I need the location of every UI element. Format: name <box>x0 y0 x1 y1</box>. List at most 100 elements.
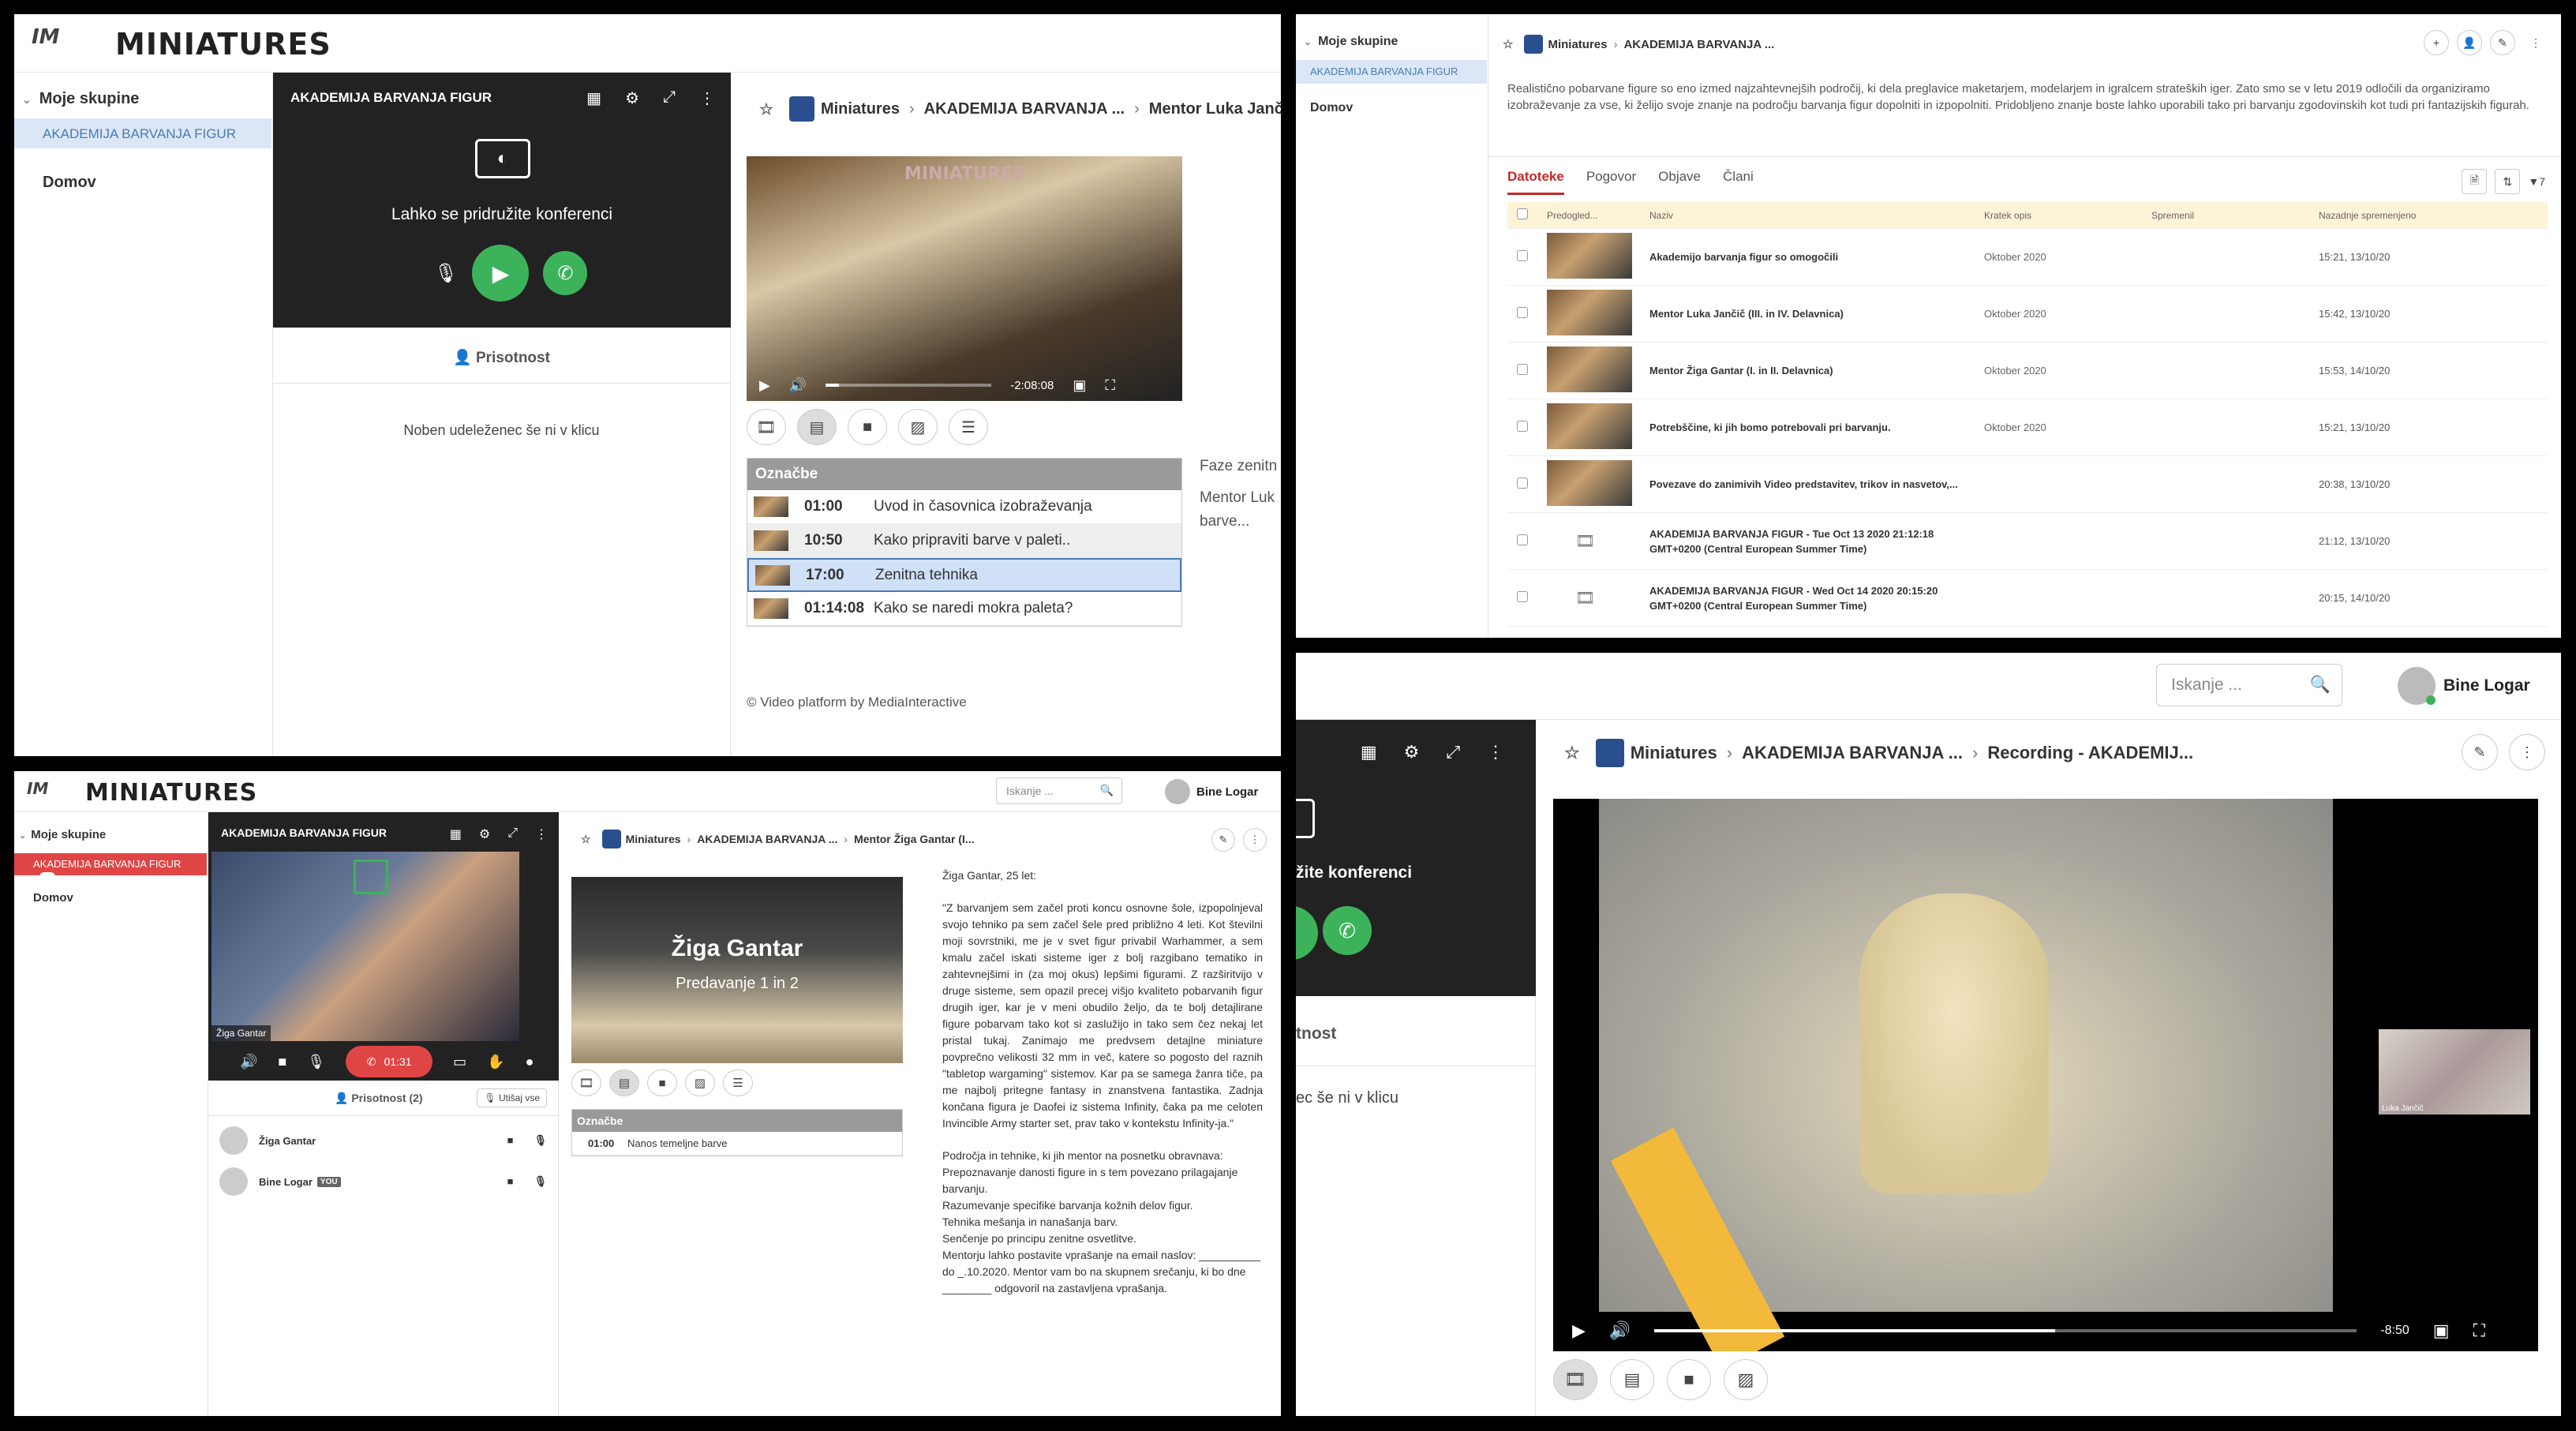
breadcrumb-miniatures[interactable]: Miniatures <box>1548 38 1607 51</box>
hand-icon[interactable]: ✋ <box>487 1054 504 1070</box>
user-menu[interactable]: Bine Logar <box>2398 667 2530 705</box>
subtitles-button[interactable]: ▤ <box>609 1070 639 1096</box>
list-button[interactable]: ☰ <box>949 409 988 445</box>
column-header[interactable]: Spremenil <box>2151 210 2319 221</box>
grid-icon[interactable]: ▦ <box>450 826 462 842</box>
grid-icon[interactable]: ▦ <box>1361 742 1377 762</box>
file-name[interactable]: Akademijo barvanja figur so omogočili <box>1649 249 1984 264</box>
breadcrumb-miniatures[interactable]: Miniatures <box>626 833 681 845</box>
screen-share-icon[interactable]: ▭ <box>453 1054 466 1070</box>
sort-icon[interactable]: ⇅ <box>2495 169 2521 194</box>
image-button[interactable]: ▨ <box>1724 1359 1768 1400</box>
camera-button[interactable]: ■ <box>848 409 887 445</box>
breadcrumb-group[interactable]: AKADEMIJA BARVANJA ... <box>697 833 837 845</box>
image-button[interactable]: ▨ <box>685 1070 715 1096</box>
sidebar-item-akademija[interactable]: AKADEMIJA BARVANJA FIGUR <box>1296 60 1487 84</box>
camera-icon[interactable]: ■ <box>507 1134 514 1147</box>
file-name[interactable]: Potrebščine, ki jih bomo potrebovali pri… <box>1649 420 1984 435</box>
breadcrumb-miniatures[interactable]: Miniatures <box>1631 743 1717 763</box>
row-checkbox[interactable] <box>1517 307 1528 318</box>
progress-bar[interactable] <box>826 384 992 387</box>
file-name[interactable]: AKADEMIJA BARVANJA FIGUR - Tue Oct 13 20… <box>1649 526 1984 556</box>
row-checkbox[interactable] <box>1517 250 1528 261</box>
more-icon[interactable]: ⋮ <box>1487 742 1504 762</box>
table-row[interactable]: Povezave do zanimivih Video predstavitev… <box>1507 456 2548 513</box>
video-call-button[interactable] <box>1296 906 1318 960</box>
more-icon[interactable]: ⋮ <box>535 826 548 842</box>
row-checkbox[interactable] <box>1517 534 1528 545</box>
file-name[interactable]: Mentor Luka Jančič (III. in IV. Delavnic… <box>1649 306 1984 321</box>
breadcrumb-group[interactable]: AKADEMIJA BARVANJA ... <box>1742 743 1963 763</box>
fullscreen-icon[interactable]: ⛶ <box>1105 377 1115 394</box>
sidebar-group-header[interactable]: ⌄ Moje skupine <box>19 828 106 841</box>
sidebar-group-header[interactable]: ⌄ Moje skupine <box>22 90 139 108</box>
column-header[interactable]: Naziv <box>1649 210 1984 221</box>
camera-icon[interactable]: ■ <box>278 1054 286 1070</box>
logo[interactable]: MINIATURES <box>115 27 331 62</box>
breadcrumb-group[interactable]: AKADEMIJA BARVANJA ... <box>1623 38 1774 51</box>
hangup-button[interactable]: ✆ 01:31 <box>346 1046 433 1077</box>
table-row[interactable]: Akademijo barvanja figur so omogočili Okt… <box>1507 229 2548 286</box>
sidebar-item-akademija[interactable]: AKADEMIJA BARVANJA FIGUR <box>14 118 271 148</box>
tab-3[interactable]: Člani <box>1723 169 1754 195</box>
grid-icon[interactable]: ▦ <box>586 88 601 108</box>
fullscreen-icon[interactable]: ⛶ <box>2473 1320 2485 1341</box>
column-header[interactable]: Kratek opis <box>1984 210 2151 221</box>
expand-icon[interactable]: ⤢ <box>507 826 518 842</box>
star-icon[interactable]: ☆ <box>1564 743 1580 763</box>
audio-call-button[interactable]: ✆ <box>543 251 588 295</box>
mic-icon[interactable]: 🎙 <box>534 1134 547 1147</box>
sidebar-item-domov[interactable]: Domov <box>33 891 73 905</box>
star-icon[interactable]: ☆ <box>581 833 591 846</box>
column-header[interactable]: Nazadnje spremenjeno <box>2319 210 2508 221</box>
list-button[interactable]: ☰ <box>723 1070 753 1096</box>
add-icon[interactable]: + <box>2424 30 2449 55</box>
row-checkbox[interactable] <box>1517 421 1528 432</box>
progress-bar[interactable] <box>1654 1329 2357 1332</box>
marker-row[interactable]: 01:00 Uvod in časovnica izobraževanja <box>747 490 1181 524</box>
star-icon[interactable]: ☆ <box>1503 37 1513 51</box>
edit-icon[interactable]: ✎ <box>2490 30 2515 55</box>
logo[interactable]: MINIATURES <box>85 779 257 807</box>
video-player[interactable]: Luka Jančič ▶ 🔊 -8:50 ▣ ⛶ <box>1553 799 2538 1351</box>
file-name[interactable]: AKADEMIJA BARVANJA FIGUR - Wed Oct 14 20… <box>1649 583 1984 613</box>
gear-icon[interactable]: ⚙ <box>479 826 490 842</box>
film-button[interactable]: 🎞 <box>571 1070 601 1096</box>
camera-button[interactable]: ■ <box>1667 1359 1711 1400</box>
image-button[interactable]: ▨ <box>898 409 938 445</box>
edit-icon[interactable]: ✎ <box>2462 734 2498 770</box>
gear-icon[interactable]: ⚙ <box>1404 742 1420 762</box>
filter-icon[interactable]: ▼7 <box>2528 169 2545 194</box>
table-row[interactable]: Potrebščine, ki jih bomo potrebovali pri… <box>1507 399 2548 456</box>
marker-row[interactable]: 10:50 Kako pripraviti barve v paleti.. <box>747 524 1181 558</box>
subtitles-button[interactable]: ▤ <box>1610 1359 1654 1400</box>
file-name[interactable]: Mentor Žiga Gantar (I. in II. Delavnica) <box>1649 363 1984 378</box>
mic-icon[interactable]: 🎙 <box>434 262 458 285</box>
marker-row[interactable]: 01:14:08 Kako se naredi mokra paleta? <box>747 592 1181 626</box>
play-icon[interactable]: ▶ <box>1572 1320 1586 1341</box>
video-player[interactable]: MINIATURES ▶ 🔊 -2:08:08 ▣ ⛶ <box>747 156 1182 401</box>
row-checkbox[interactable] <box>1517 364 1528 375</box>
volume-icon[interactable]: 🔊 <box>789 377 807 394</box>
sidebar-item-domov[interactable]: Domov <box>1310 101 1353 115</box>
video-call-button[interactable]: ▶ <box>472 245 530 302</box>
expand-icon[interactable]: ⤢ <box>663 88 676 108</box>
add-user-icon[interactable]: 👤 <box>2457 30 2482 55</box>
mic-icon[interactable]: 🎙 <box>534 1175 547 1188</box>
marker-row[interactable]: 17:00 Zenitna tehnika <box>747 558 1181 592</box>
more-icon[interactable]: ⋮ <box>2523 30 2548 55</box>
film-button[interactable]: 🎞 <box>747 409 786 445</box>
mic-icon[interactable]: 🎙 <box>307 1054 325 1070</box>
record-icon[interactable]: ● <box>526 1054 534 1070</box>
mute-all-button[interactable]: 🎙 Utišaj vse <box>477 1088 547 1107</box>
pip-icon[interactable]: ▣ <box>1073 377 1086 394</box>
play-icon[interactable]: ▶ <box>759 377 770 394</box>
table-row[interactable]: 🎞 AKADEMIJA BARVANJA FIGUR - Tue Oct 13 2… <box>1507 513 2548 570</box>
camera-button[interactable]: ■ <box>647 1070 677 1096</box>
table-row[interactable]: Mentor Luka Jančič (III. in IV. Delavnic… <box>1507 286 2548 343</box>
edit-icon[interactable]: ✎ <box>1211 828 1235 852</box>
table-row[interactable]: Mentor Žiga Gantar (I. in II. Delavnica)… <box>1507 343 2548 399</box>
row-checkbox[interactable] <box>1517 478 1528 489</box>
video-player[interactable]: Žiga Gantar Predavanje 1 in 2 <box>571 877 903 1063</box>
film-button[interactable]: 🎞 <box>1553 1359 1597 1400</box>
